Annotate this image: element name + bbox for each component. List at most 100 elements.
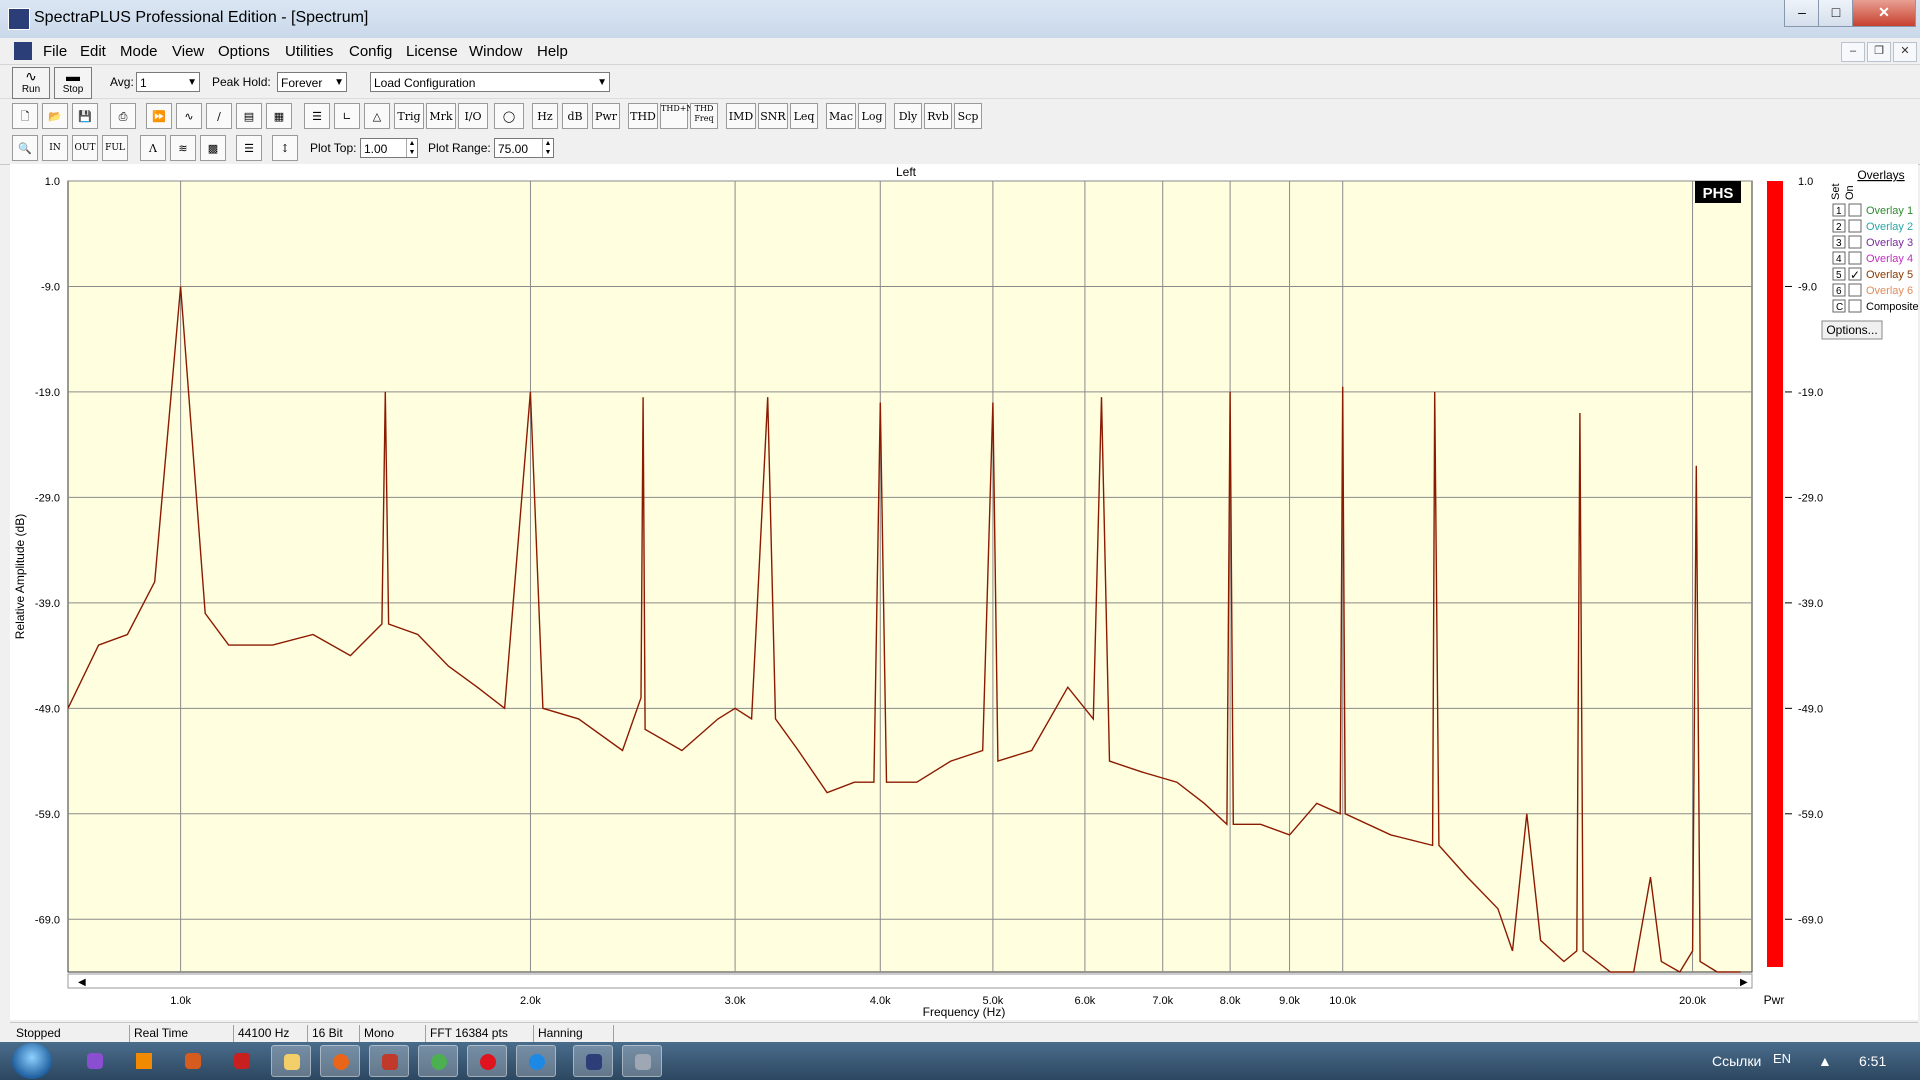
stop-button[interactable]: ▬ Stop <box>54 67 92 99</box>
plot-range-value: 75.00 <box>498 142 529 156</box>
doc-restore-button[interactable]: ❐ <box>1867 42 1891 62</box>
save-icon[interactable]: 💾 <box>72 103 98 129</box>
plot-area[interactable] <box>67 180 1753 973</box>
dly-button[interactable]: Dly <box>894 103 922 129</box>
clock[interactable]: 6:51 <box>1859 1053 1886 1069</box>
minimize-button[interactable]: – <box>1784 0 1820 27</box>
main-toolbar: ∿ Run ▬ Stop Avg: 1 ▼ Peak Hold: Forever ▼… <box>0 66 1920 99</box>
doc-close-button[interactable]: ✕ <box>1893 42 1917 62</box>
trig-button[interactable]: Trig <box>394 103 424 129</box>
imd-button[interactable]: IMD <box>726 103 756 129</box>
spinner-icon[interactable]: ▲ ▼ <box>406 139 417 157</box>
bar-icon[interactable]: ▩ <box>200 135 226 161</box>
overlay-options-button[interactable]: Options... <box>1821 320 1883 340</box>
stack-icon[interactable]: ☰ <box>236 135 262 161</box>
scp-button[interactable]: Scp <box>954 103 982 129</box>
time-series-icon[interactable]: ∕ <box>206 103 232 129</box>
menu-window[interactable]: Window <box>469 43 522 60</box>
mrk-button[interactable]: Mrk <box>426 103 456 129</box>
language-indicator[interactable]: EN <box>1773 1051 1791 1066</box>
spectrum-icon[interactable]: ∿ <box>176 103 202 129</box>
print-icon[interactable]: ⎙ <box>110 103 136 129</box>
overlay-item-C[interactable]: C Composite <box>1832 299 1919 313</box>
zoom-icon[interactable]: 🔍 <box>12 135 38 161</box>
hz-button[interactable]: Hz <box>532 103 558 129</box>
overlay-item-6[interactable]: 6 Overlay 6 <box>1832 283 1913 297</box>
taskbar-app-1-icon[interactable] <box>75 1045 115 1077</box>
document-icon[interactable] <box>14 42 32 60</box>
list-icon[interactable]: ☰ <box>304 103 330 129</box>
pwr-button[interactable]: Pwr <box>592 103 620 129</box>
menu-help[interactable]: Help <box>537 43 568 60</box>
status-state: Stopped <box>12 1025 130 1042</box>
menu-view[interactable]: View <box>172 43 204 60</box>
media-player-icon[interactable] <box>173 1045 213 1077</box>
zoom-full-icon[interactable]: FUL <box>102 135 128 161</box>
horizontal-scrollbar[interactable]: ◀ ▶ <box>67 973 1753 989</box>
overlay-item-5[interactable]: 5 ✓ Overlay 5 <box>1832 267 1913 282</box>
load-configuration-select[interactable]: Load Configuration ▼ <box>370 72 610 92</box>
3d-surface-icon[interactable]: ▦ <box>266 103 292 129</box>
spinner-icon[interactable]: ▲ ▼ <box>542 139 553 157</box>
menu-options[interactable]: Options <box>218 43 270 60</box>
pen-icon[interactable]: △ <box>364 103 390 129</box>
mac-button[interactable]: Mac <box>826 103 856 129</box>
menu-config[interactable]: Config <box>349 43 392 60</box>
overlay-item-3[interactable]: 3 Overlay 3 <box>1832 235 1913 249</box>
links-toolbar[interactable]: Ссылки <box>1712 1053 1761 1069</box>
start-button[interactable] <box>12 1043 52 1079</box>
plot-top-input[interactable]: 1.00 ▲ ▼ <box>360 138 418 158</box>
menu-license[interactable]: License <box>406 43 458 60</box>
peak-hold-select[interactable]: Forever ▼ <box>277 72 347 92</box>
range-icon[interactable]: ↕ <box>272 135 298 161</box>
app-red-icon[interactable] <box>369 1045 409 1077</box>
overlay-item-1[interactable]: 1 Overlay 1 <box>1832 203 1913 217</box>
app-blue-icon[interactable] <box>516 1045 556 1077</box>
overlay-item-4[interactable]: 4 Overlay 4 <box>1832 251 1913 265</box>
rvb-button[interactable]: Rvb <box>924 103 952 129</box>
menu-edit[interactable]: Edit <box>80 43 106 60</box>
axis-icon[interactable]: ∟ <box>334 103 360 129</box>
menu-mode[interactable]: Mode <box>120 43 158 60</box>
firefox-icon[interactable] <box>320 1045 360 1077</box>
maximize-button[interactable]: □ <box>1818 0 1854 27</box>
overlay-item-2[interactable]: 2 Overlay 2 <box>1832 219 1913 233</box>
generator-icon[interactable]: ◯ <box>494 103 524 129</box>
explorer-icon[interactable] <box>271 1045 311 1077</box>
opera-icon[interactable] <box>467 1045 507 1077</box>
plot-range-input[interactable]: 75.00 ▲ ▼ <box>494 138 554 158</box>
menu-utilities[interactable]: Utilities <box>285 43 333 60</box>
curve-icon[interactable]: ≋ <box>170 135 196 161</box>
acrobat-icon[interactable] <box>222 1045 262 1077</box>
log-button[interactable]: Log <box>858 103 886 129</box>
app-icon[interactable] <box>8 8 30 30</box>
tray-expand-icon[interactable]: ▲ <box>1818 1053 1832 1069</box>
thd-n-button[interactable]: THD+N <box>660 103 693 129</box>
spectraplus-taskbar-icon[interactable] <box>573 1045 613 1077</box>
open-file-icon[interactable]: 📂 <box>42 103 68 129</box>
chrome-icon[interactable] <box>418 1045 458 1077</box>
zoom-out-2x-icon[interactable]: OUT <box>72 135 98 161</box>
spectrum-chart[interactable]: Left 1.0 -9.0 -19.0 -29.0 -39.0 -49.0 -59.0 -69… <box>10 164 1919 1020</box>
fast-forward-icon[interactable]: ⏩ <box>146 103 172 129</box>
y-tick-label: -39.0 <box>35 598 60 610</box>
scroll-right-icon[interactable]: ▶ <box>1740 977 1748 988</box>
thd-button[interactable]: THD <box>628 103 658 129</box>
peak-icon[interactable]: Λ <box>140 135 166 161</box>
snr-button[interactable]: SNR <box>758 103 788 129</box>
doc-minimize-button[interactable]: – <box>1841 42 1865 62</box>
zoom-in-2x-icon[interactable]: IN <box>42 135 68 161</box>
close-button[interactable]: ✕ <box>1852 0 1916 27</box>
avg-select[interactable]: 1 ▼ <box>136 72 200 92</box>
vlc-icon[interactable] <box>124 1045 164 1077</box>
app-tool-icon[interactable] <box>622 1045 662 1077</box>
leq-button[interactable]: Leq <box>790 103 818 129</box>
menu-file[interactable]: File <box>43 43 67 60</box>
io-button[interactable]: I/O <box>458 103 488 129</box>
run-button[interactable]: ∿ Run <box>12 67 50 99</box>
spectrogram-icon[interactable]: ▤ <box>236 103 262 129</box>
db-button[interactable]: dB <box>562 103 588 129</box>
new-file-icon[interactable]: 🗋 <box>12 103 38 129</box>
thd-freq-button[interactable]: THD Freq <box>690 103 718 129</box>
scroll-left-icon[interactable]: ◀ <box>78 977 86 988</box>
